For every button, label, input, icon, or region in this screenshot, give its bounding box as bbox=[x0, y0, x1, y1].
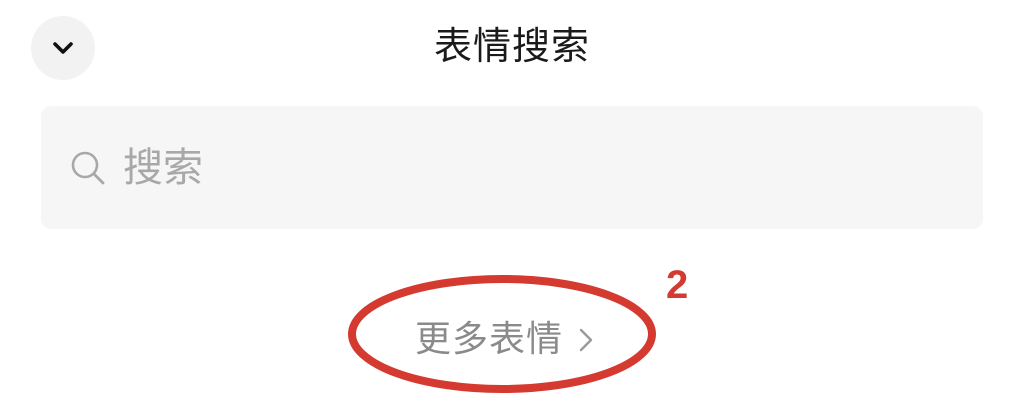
search-input[interactable] bbox=[123, 137, 943, 198]
search-box[interactable] bbox=[41, 106, 983, 229]
chevron-right-icon bbox=[579, 328, 593, 352]
annotation-number: 2 bbox=[666, 263, 689, 307]
search-icon bbox=[71, 151, 105, 184]
page-title: 表情搜索 bbox=[433, 24, 590, 68]
more-stickers-label: 更多表情 bbox=[415, 319, 564, 360]
header: 表情搜索 bbox=[0, 0, 1024, 96]
more-stickers-link[interactable]: 更多表情 bbox=[415, 314, 597, 366]
